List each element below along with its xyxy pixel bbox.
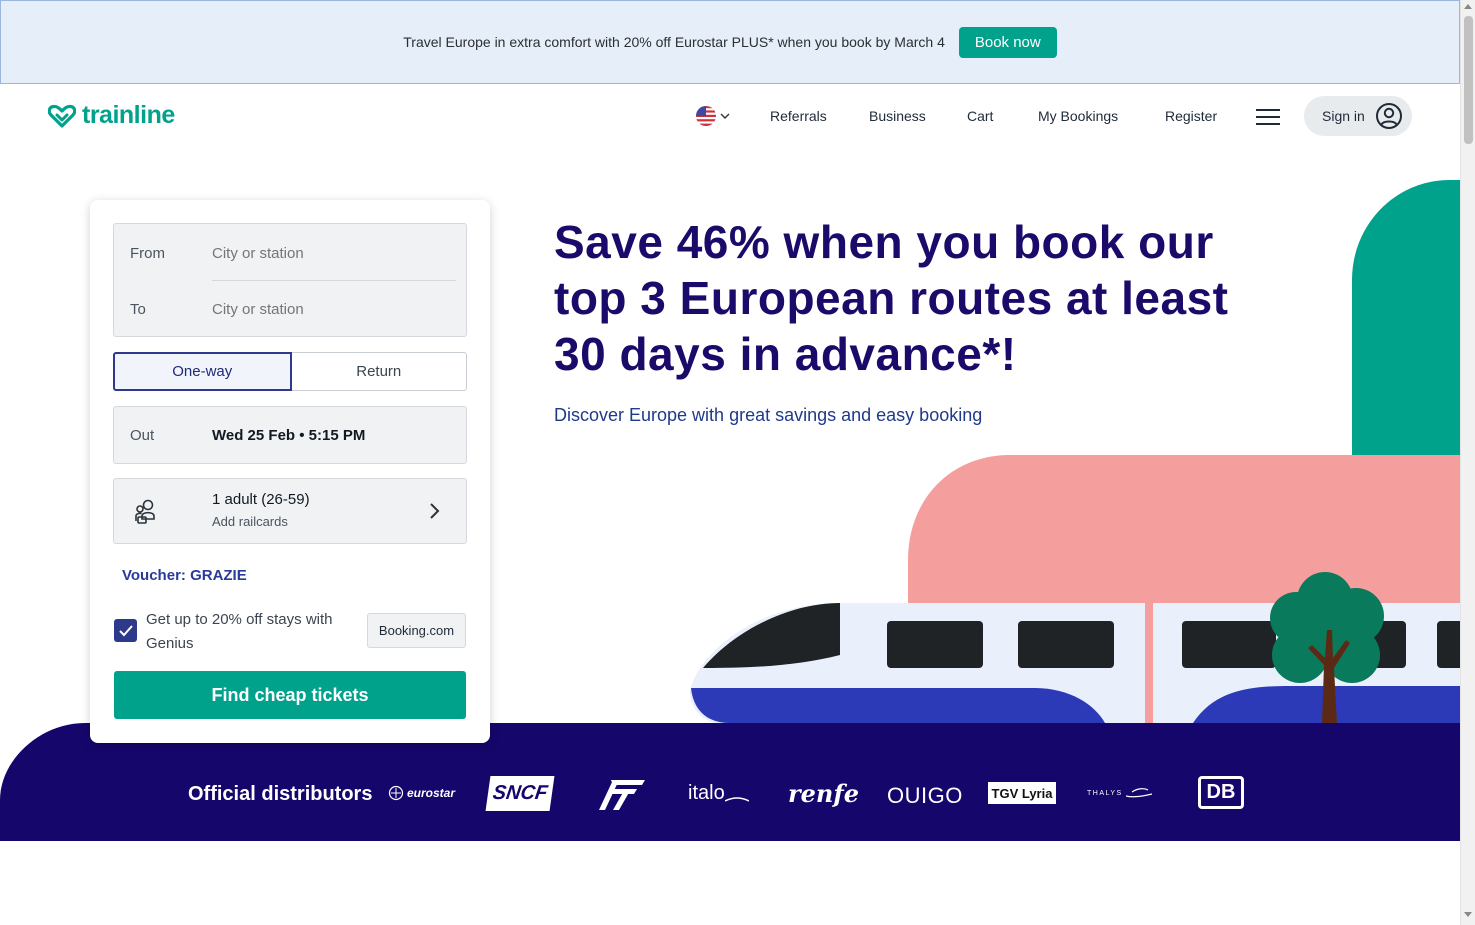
italo-text: italo [688, 782, 725, 804]
sign-in-button[interactable]: Sign in [1304, 96, 1412, 136]
nav-register[interactable]: Register [1165, 108, 1217, 124]
scroll-down-arrow[interactable] [1464, 912, 1472, 917]
booking-com-badge: Booking.com [367, 613, 466, 648]
from-input[interactable] [212, 244, 442, 262]
voucher-code[interactable]: Voucher: GRAZIE [122, 567, 247, 584]
trip-type-toggle: One-way Return [113, 352, 467, 391]
us-flag-icon [696, 106, 716, 126]
italo-logo: italo [688, 782, 749, 805]
eurostar-text: eurostar [407, 786, 456, 800]
user-circle-icon [1375, 103, 1402, 129]
sign-in-label: Sign in [1322, 108, 1365, 124]
hero-subtitle: Discover Europe with great savings and e… [554, 405, 983, 425]
trainline-logo[interactable]: trainline [48, 101, 175, 130]
page-scrollbar[interactable] [1460, 0, 1475, 925]
db-logo: DB [1198, 776, 1244, 809]
one-way-option[interactable]: One-way [113, 352, 292, 391]
heart-logo-icon [48, 104, 76, 128]
promo-text: Travel Europe in extra comfort with 20% … [403, 34, 945, 50]
station-fields: From To [113, 223, 467, 337]
renfe-logo: renfe [788, 779, 859, 808]
chevron-right-icon [430, 503, 440, 519]
hamburger-icon[interactable] [1256, 108, 1280, 126]
distributors-title: Official distributors [188, 783, 373, 805]
genius-offer: Get up to 20% off stays with Genius Book… [113, 608, 467, 658]
nav-my-bookings[interactable]: My Bookings [1038, 108, 1118, 124]
passengers-summary: 1 adult (26-59) [212, 491, 310, 508]
out-label: Out [130, 427, 155, 444]
nav-referrals[interactable]: Referrals [770, 108, 827, 124]
to-row: To [114, 281, 466, 337]
scroll-up-arrow[interactable] [1464, 4, 1472, 9]
eurostar-icon [388, 785, 404, 801]
thalys-logo: THALYS [1087, 786, 1152, 800]
thalys-text: THALYS [1087, 789, 1123, 797]
passengers-icon [135, 499, 155, 524]
language-selector[interactable] [696, 106, 730, 126]
site-header: trainline Referrals Business Cart My Boo… [0, 84, 1460, 148]
chevron-down-icon [720, 113, 730, 119]
scroll-thumb[interactable] [1464, 16, 1473, 144]
out-value: Wed 25 Feb • 5:15 PM [212, 427, 366, 444]
tgv-lyria-logo: TGV Lyria [988, 782, 1056, 804]
add-railcards-label: Add railcards [212, 514, 288, 529]
ouigo-logo: OUIGO [887, 783, 963, 808]
promo-banner: Travel Europe in extra comfort with 20% … [0, 0, 1460, 84]
find-tickets-button[interactable]: Find cheap tickets [114, 671, 466, 719]
search-card: From To One-way Return Out Wed 25 Feb • … [90, 200, 490, 743]
eurostar-logo: eurostar [388, 785, 455, 801]
outbound-date-field[interactable]: Out Wed 25 Feb • 5:15 PM [113, 406, 467, 464]
return-option[interactable]: Return [291, 352, 467, 391]
from-row: From [114, 225, 466, 281]
trenitalia-icon [599, 780, 645, 810]
nav-business[interactable]: Business [869, 108, 926, 124]
to-label: To [130, 300, 146, 318]
logo-text: trainline [82, 101, 175, 129]
to-input[interactable] [212, 300, 442, 318]
hero-title: Save 46% when you book our top 3 Europea… [554, 216, 1229, 380]
genius-text: Get up to 20% off stays with Genius [146, 611, 333, 652]
from-label: From [130, 244, 165, 262]
genius-checkbox[interactable] [114, 619, 137, 642]
book-now-button[interactable]: Book now [958, 26, 1057, 58]
nav-cart[interactable]: Cart [967, 108, 993, 124]
sncf-logo: SNCF [485, 776, 555, 811]
passengers-field[interactable]: 1 adult (26-59) Add railcards [113, 478, 467, 544]
italo-swoosh-icon [724, 797, 749, 802]
check-icon [118, 624, 133, 636]
thalys-swoosh-icon [1125, 788, 1152, 798]
sncf-text: SNCF [491, 782, 549, 804]
